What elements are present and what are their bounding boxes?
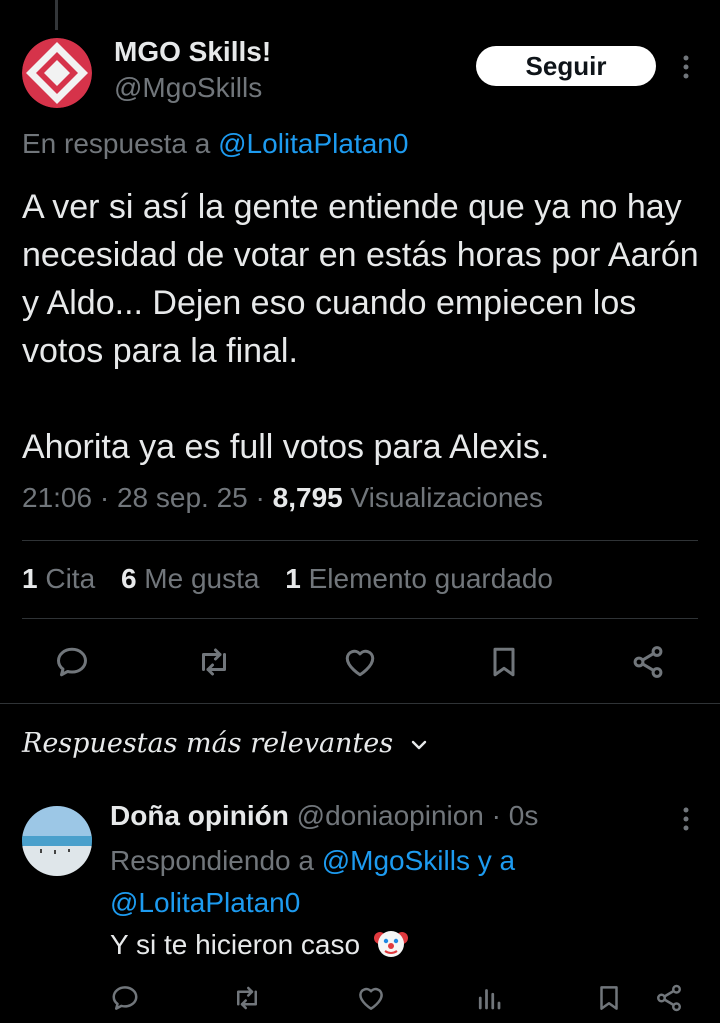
reply-text: Y si te hicieron caso (110, 926, 408, 961)
replying-and: y a (477, 845, 516, 876)
follow-button[interactable]: Seguir (476, 46, 656, 86)
reply-icon[interactable] (110, 983, 140, 1013)
more-icon[interactable] (676, 806, 696, 832)
divider (22, 618, 698, 619)
reply-time[interactable]: 0s (509, 800, 539, 831)
heart-icon[interactable] (342, 644, 378, 680)
bookmark-icon[interactable] (486, 644, 522, 680)
reply-author-name[interactable]: Doña opinión (110, 800, 289, 831)
replying-target-link[interactable]: @LolitaPlatan0 (110, 887, 300, 918)
sort-replies-label[interactable]: Respuestas más relevantes (22, 728, 393, 759)
reply-prefix: En respuesta a (22, 128, 211, 159)
bookmark-icon[interactable] (594, 983, 624, 1013)
thread-line (55, 0, 58, 30)
tweet-meta: 21:06 · 28 sep. 25 · 8,795 Visualizacion… (22, 482, 544, 513)
likes-stat[interactable]: 6 Me gusta (121, 563, 260, 594)
reply-context: En respuesta a @LolitaPlatan0 (22, 128, 408, 160)
author-name[interactable]: MGO Skills! (114, 36, 271, 68)
views-count: 8,795 (272, 482, 343, 513)
reply-target-link[interactable]: @LolitaPlatan0 (218, 128, 408, 159)
author-handle[interactable]: @MgoSkills (114, 72, 262, 104)
reply-context: Respondiendo a @MgoSkills y a @LolitaPla… (110, 840, 630, 924)
avatar[interactable] (22, 38, 92, 108)
tweet-paragraph: A ver si así la gente entiende que ya no… (22, 188, 699, 370)
tweet-text: A ver si así la gente entiende que ya no… (22, 183, 712, 471)
reply-header: Doña opinión @doniaopinion · 0s (110, 800, 539, 831)
replying-target-link[interactable]: @MgoSkills (322, 845, 470, 876)
reply-avatar[interactable] (22, 806, 92, 876)
reply-author-handle[interactable]: @doniaopinion (297, 800, 484, 831)
more-icon[interactable] (676, 54, 696, 80)
share-icon[interactable] (654, 983, 684, 1013)
bookmarks-stat[interactable]: 1 Elemento guardado (285, 563, 553, 594)
reply-icon[interactable] (54, 644, 90, 680)
tweet-date[interactable]: 28 sep. 25 (117, 482, 248, 513)
retweet-icon[interactable] (232, 983, 262, 1013)
views-label: Visualizaciones (350, 482, 544, 513)
retweet-icon[interactable] (196, 644, 232, 680)
quotes-stat[interactable]: 1 Cita (22, 563, 95, 594)
tweet-paragraph: Ahorita ya es full votos para Alexis. (22, 428, 550, 466)
divider (22, 540, 698, 541)
reply-body: Y si te hicieron caso (110, 929, 361, 960)
views-icon[interactable] (474, 983, 504, 1013)
share-icon[interactable] (630, 644, 666, 680)
replying-prefix: Respondiendo a (110, 845, 314, 876)
engagement-stats: 1 Cita 6 Me gusta 1 Elemento guardado (22, 563, 553, 595)
heart-icon[interactable] (356, 983, 386, 1013)
tweet-time[interactable]: 21:06 (22, 482, 92, 513)
clown-emoji-icon (373, 926, 408, 960)
chevron-down-icon[interactable] (408, 734, 430, 756)
divider (0, 703, 720, 704)
